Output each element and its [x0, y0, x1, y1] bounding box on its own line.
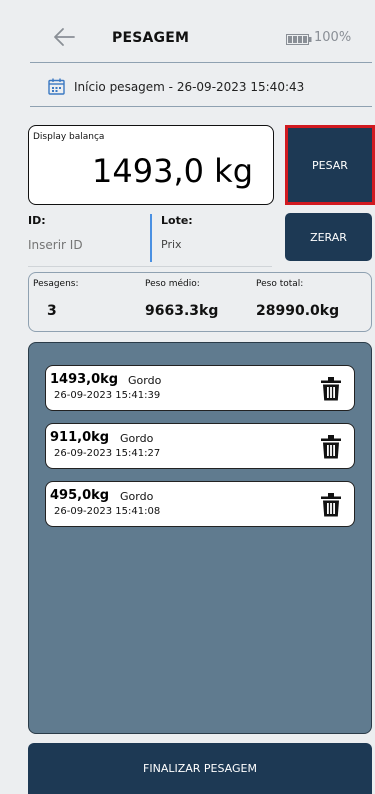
- trash-icon[interactable]: [321, 435, 341, 459]
- lote-value[interactable]: Prix: [161, 238, 182, 251]
- finalizar-button-label: FINALIZAR PESAGEM: [143, 762, 257, 775]
- page-title: PESAGEM: [112, 30, 190, 46]
- finalizar-pesagem-button[interactable]: FINALIZAR PESAGEM: [28, 743, 372, 794]
- display-weight-value: 1493,0 kg: [92, 152, 253, 190]
- fields-divider: [28, 266, 272, 267]
- stat-pesagens: Pesagens: 3: [33, 279, 79, 319]
- lote-label: Lote:: [161, 214, 193, 227]
- weighing-datetime: 26-09-2023 15:41:27: [54, 448, 161, 459]
- start-divider: [30, 106, 372, 107]
- calendar-icon: [48, 78, 65, 95]
- stat-total-value: 28990.0kg: [256, 303, 340, 319]
- stat-medio-value: 9663.3kg: [145, 303, 219, 319]
- zerar-button-label: ZERAR: [310, 230, 347, 244]
- display-label: Display balança: [33, 132, 105, 142]
- trash-icon[interactable]: [321, 493, 341, 517]
- weighing-datetime: 26-09-2023 15:41:39: [54, 390, 161, 401]
- weighing-card: 1493,0kg Gordo 26-09-2023 15:41:39: [45, 365, 355, 411]
- header-divider: [30, 62, 372, 63]
- battery-icon: [286, 34, 312, 45]
- weighing-weight: 495,0kg: [50, 488, 110, 503]
- stat-peso-medio: Peso médio: 9663.3kg: [145, 279, 218, 319]
- weighing-category: Gordo: [128, 374, 162, 387]
- field-separator: [150, 214, 152, 262]
- weighings-list: 1493,0kg Gordo 26-09-2023 15:41:39 911,0…: [28, 342, 372, 734]
- weighing-datetime: 26-09-2023 15:41:08: [54, 506, 161, 517]
- back-arrow-icon[interactable]: [52, 26, 76, 48]
- pesar-button[interactable]: PESAR: [285, 125, 375, 205]
- weighing-card: 495,0kg Gordo 26-09-2023 15:41:08: [45, 481, 355, 527]
- id-label: ID:: [28, 214, 46, 227]
- weighing-card: 911,0kg Gordo 26-09-2023 15:41:27: [45, 423, 355, 469]
- zerar-button[interactable]: ZERAR: [285, 213, 372, 261]
- weighing-weight: 1493,0kg: [50, 372, 119, 387]
- id-field-group: ID:: [28, 214, 128, 252]
- stat-total-label: Peso total:: [256, 279, 304, 289]
- lote-field-group: Lote: Prix: [161, 214, 193, 251]
- scale-display: Display balança 1493,0 kg: [28, 125, 274, 205]
- stat-medio-label: Peso médio:: [145, 279, 200, 289]
- stat-pesagens-label: Pesagens:: [33, 279, 79, 289]
- weighing-weight: 911,0kg: [50, 430, 110, 445]
- start-datetime: Início pesagem - 26-09-2023 15:40:43: [74, 80, 305, 94]
- weighing-category: Gordo: [120, 490, 154, 503]
- id-input[interactable]: [28, 238, 128, 252]
- trash-icon[interactable]: [321, 377, 341, 401]
- stat-pesagens-value: 3: [47, 303, 57, 319]
- weighing-category: Gordo: [120, 432, 154, 445]
- stat-peso-total: Peso total: 28990.0kg: [256, 279, 339, 319]
- app-header: PESAGEM 100%: [0, 0, 375, 70]
- stats-summary: Pesagens: 3 Peso médio: 9663.3kg Peso to…: [28, 272, 372, 332]
- start-info-row: Início pesagem - 26-09-2023 15:40:43: [30, 74, 372, 100]
- battery-percentage: 100%: [314, 30, 352, 45]
- pesar-button-label: PESAR: [312, 158, 348, 172]
